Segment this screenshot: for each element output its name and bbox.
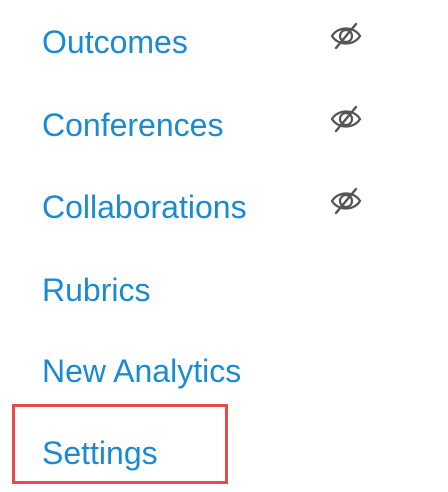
nav-item-rubrics[interactable]: Rubrics: [42, 266, 150, 314]
nav-item-label[interactable]: Outcomes: [42, 26, 188, 58]
course-navigation: Outcomes Conferences Collaborations Rubr…: [0, 0, 448, 492]
nav-item-collaborations[interactable]: Collaborations: [42, 183, 247, 231]
eye-slash-icon: [330, 187, 362, 215]
nav-item-label[interactable]: Conferences: [42, 109, 223, 141]
nav-item-label[interactable]: Rubrics: [42, 274, 150, 306]
nav-item-label[interactable]: Collaborations: [42, 191, 247, 223]
nav-item-conferences[interactable]: Conferences: [42, 101, 223, 149]
eye-slash-icon: [330, 22, 362, 50]
nav-item-new-analytics[interactable]: New Analytics: [42, 347, 241, 395]
nav-item-outcomes[interactable]: Outcomes: [42, 18, 188, 66]
nav-item-label[interactable]: New Analytics: [42, 355, 241, 387]
eye-slash-icon: [330, 105, 362, 133]
settings-highlight-box: [12, 404, 228, 484]
